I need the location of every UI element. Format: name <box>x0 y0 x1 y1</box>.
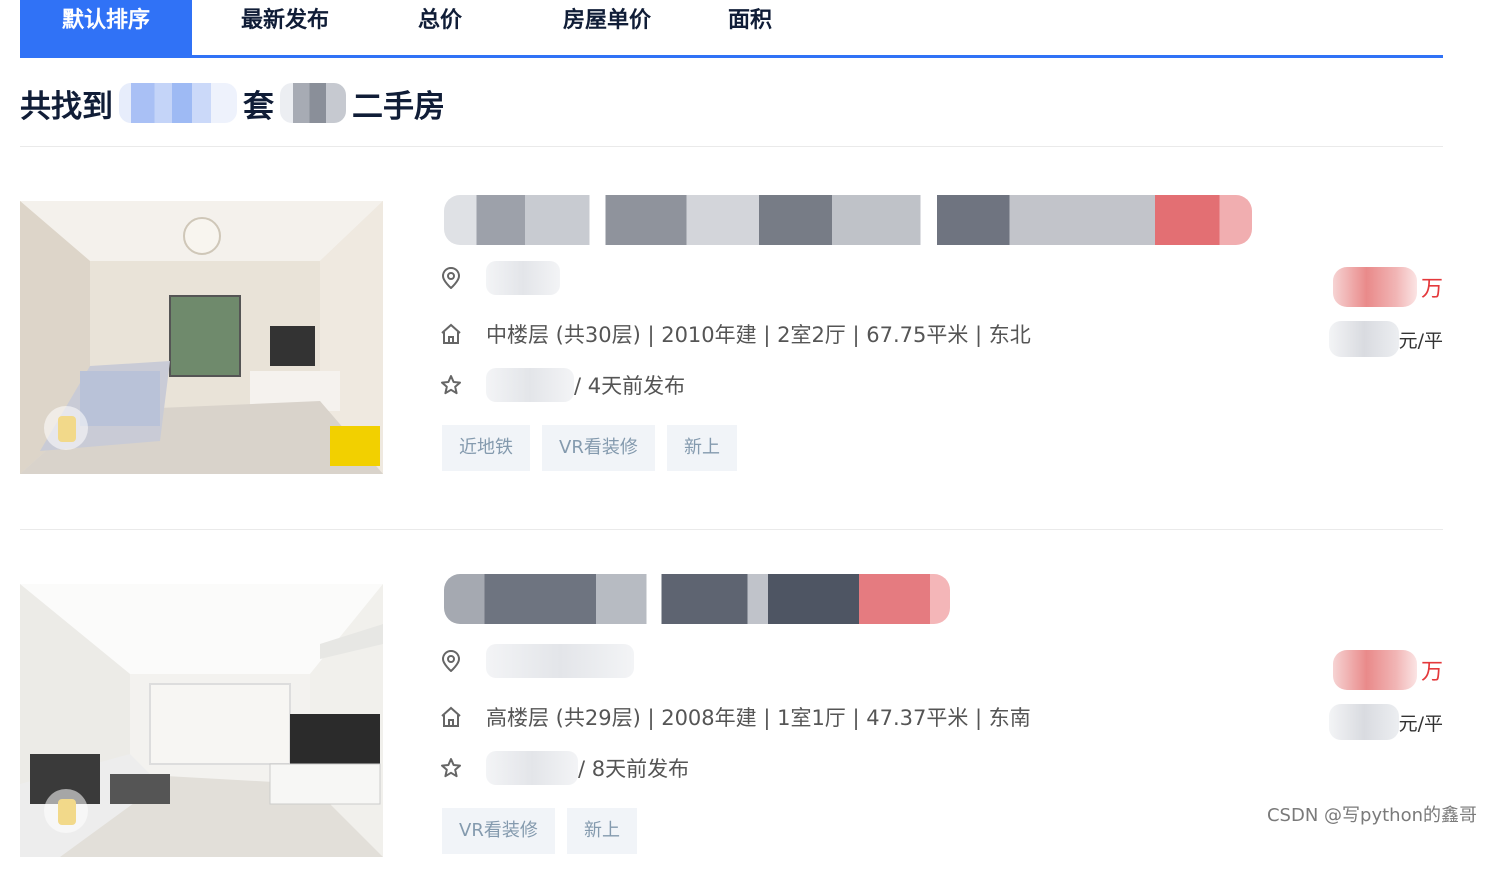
total-price: 万 <box>1332 267 1443 307</box>
follower-count-redacted <box>486 368 574 402</box>
total-price: 万 <box>1332 650 1443 690</box>
follower-count-redacted <box>486 751 578 785</box>
vr-badge-icon <box>44 789 88 833</box>
follow-row: / 4天前发布 <box>440 368 685 402</box>
watermark: CSDN @写python的鑫哥 <box>1266 805 1477 826</box>
listing-photo[interactable] <box>20 201 383 474</box>
house-info: 高楼层 (共29层) | 2008年建 | 1室1厅 | 47.37平米 | 东… <box>486 706 1031 730</box>
tab-total-price[interactable]: 总价 <box>390 0 490 55</box>
summary-prefix: 共找到 <box>20 88 113 125</box>
house-info-row: 中楼层 (共30层) | 2010年建 | 2室2厅 | 67.75平米 | 东… <box>440 317 1031 351</box>
tag-new: 新上 <box>667 425 737 471</box>
total-price-redacted <box>1332 650 1417 690</box>
unit-price-unit: 元/平 <box>1398 329 1443 352</box>
house-info-row: 高楼层 (共29层) | 2008年建 | 1室1厅 | 47.37平米 | 东… <box>440 700 1031 734</box>
house-icon <box>440 706 462 728</box>
tab-default-sort[interactable]: 默认排序 <box>20 0 192 55</box>
result-count-redacted <box>119 83 237 123</box>
sort-tabs: 默认排序 最新发布 总价 房屋单价 面积 <box>20 0 1443 58</box>
location-pin-icon <box>440 267 462 289</box>
community-name-redacted[interactable] <box>486 644 634 678</box>
tag-near-subway: 近地铁 <box>442 425 530 471</box>
divider <box>20 146 1443 147</box>
listing-photo[interactable] <box>20 584 383 857</box>
unit-price: 元/平 <box>1328 704 1443 740</box>
result-summary: 共找到 套 二手房 <box>20 78 445 128</box>
star-icon <box>440 757 462 779</box>
unit-price-redacted <box>1328 321 1399 357</box>
listing-title-redacted[interactable] <box>444 574 950 624</box>
unit-price-unit: 元/平 <box>1398 712 1443 735</box>
community-name-redacted[interactable] <box>486 261 560 295</box>
tab-newest[interactable]: 最新发布 <box>220 0 350 55</box>
community-row <box>440 261 560 295</box>
tab-area[interactable]: 面积 <box>710 0 790 55</box>
summary-middle: 套 <box>243 88 274 125</box>
publish-time: / 4天前发布 <box>574 374 686 398</box>
tag-vr: VR看装修 <box>542 425 655 471</box>
listing-title-redacted[interactable] <box>444 195 1252 245</box>
summary-suffix: 二手房 <box>352 88 445 125</box>
divider <box>20 529 1443 530</box>
publish-time: / 8天前发布 <box>578 757 690 781</box>
tab-unit-price[interactable]: 房屋单价 <box>532 0 682 55</box>
city-name-redacted <box>280 83 346 123</box>
unit-price: 元/平 <box>1328 321 1443 357</box>
location-pin-icon <box>440 650 462 672</box>
total-price-unit: 万 <box>1420 660 1443 685</box>
listing-item[interactable]: 中楼层 (共30层) | 2010年建 | 2室2厅 | 67.75平米 | 东… <box>20 195 1443 501</box>
listing-item[interactable]: 高楼层 (共29层) | 2008年建 | 1室1厅 | 47.37平米 | 东… <box>20 574 1443 884</box>
tag-vr: VR看装修 <box>442 808 555 854</box>
house-info: 中楼层 (共30层) | 2010年建 | 2室2厅 | 67.75平米 | 东… <box>486 323 1031 347</box>
house-icon <box>440 323 462 345</box>
tag-new: 新上 <box>567 808 637 854</box>
community-row <box>440 644 634 678</box>
follow-row: / 8天前发布 <box>440 751 689 785</box>
unit-price-redacted <box>1328 704 1399 740</box>
total-price-unit: 万 <box>1420 277 1443 302</box>
star-icon <box>440 374 462 396</box>
total-price-redacted <box>1332 267 1417 307</box>
vr-badge-icon <box>44 406 88 450</box>
